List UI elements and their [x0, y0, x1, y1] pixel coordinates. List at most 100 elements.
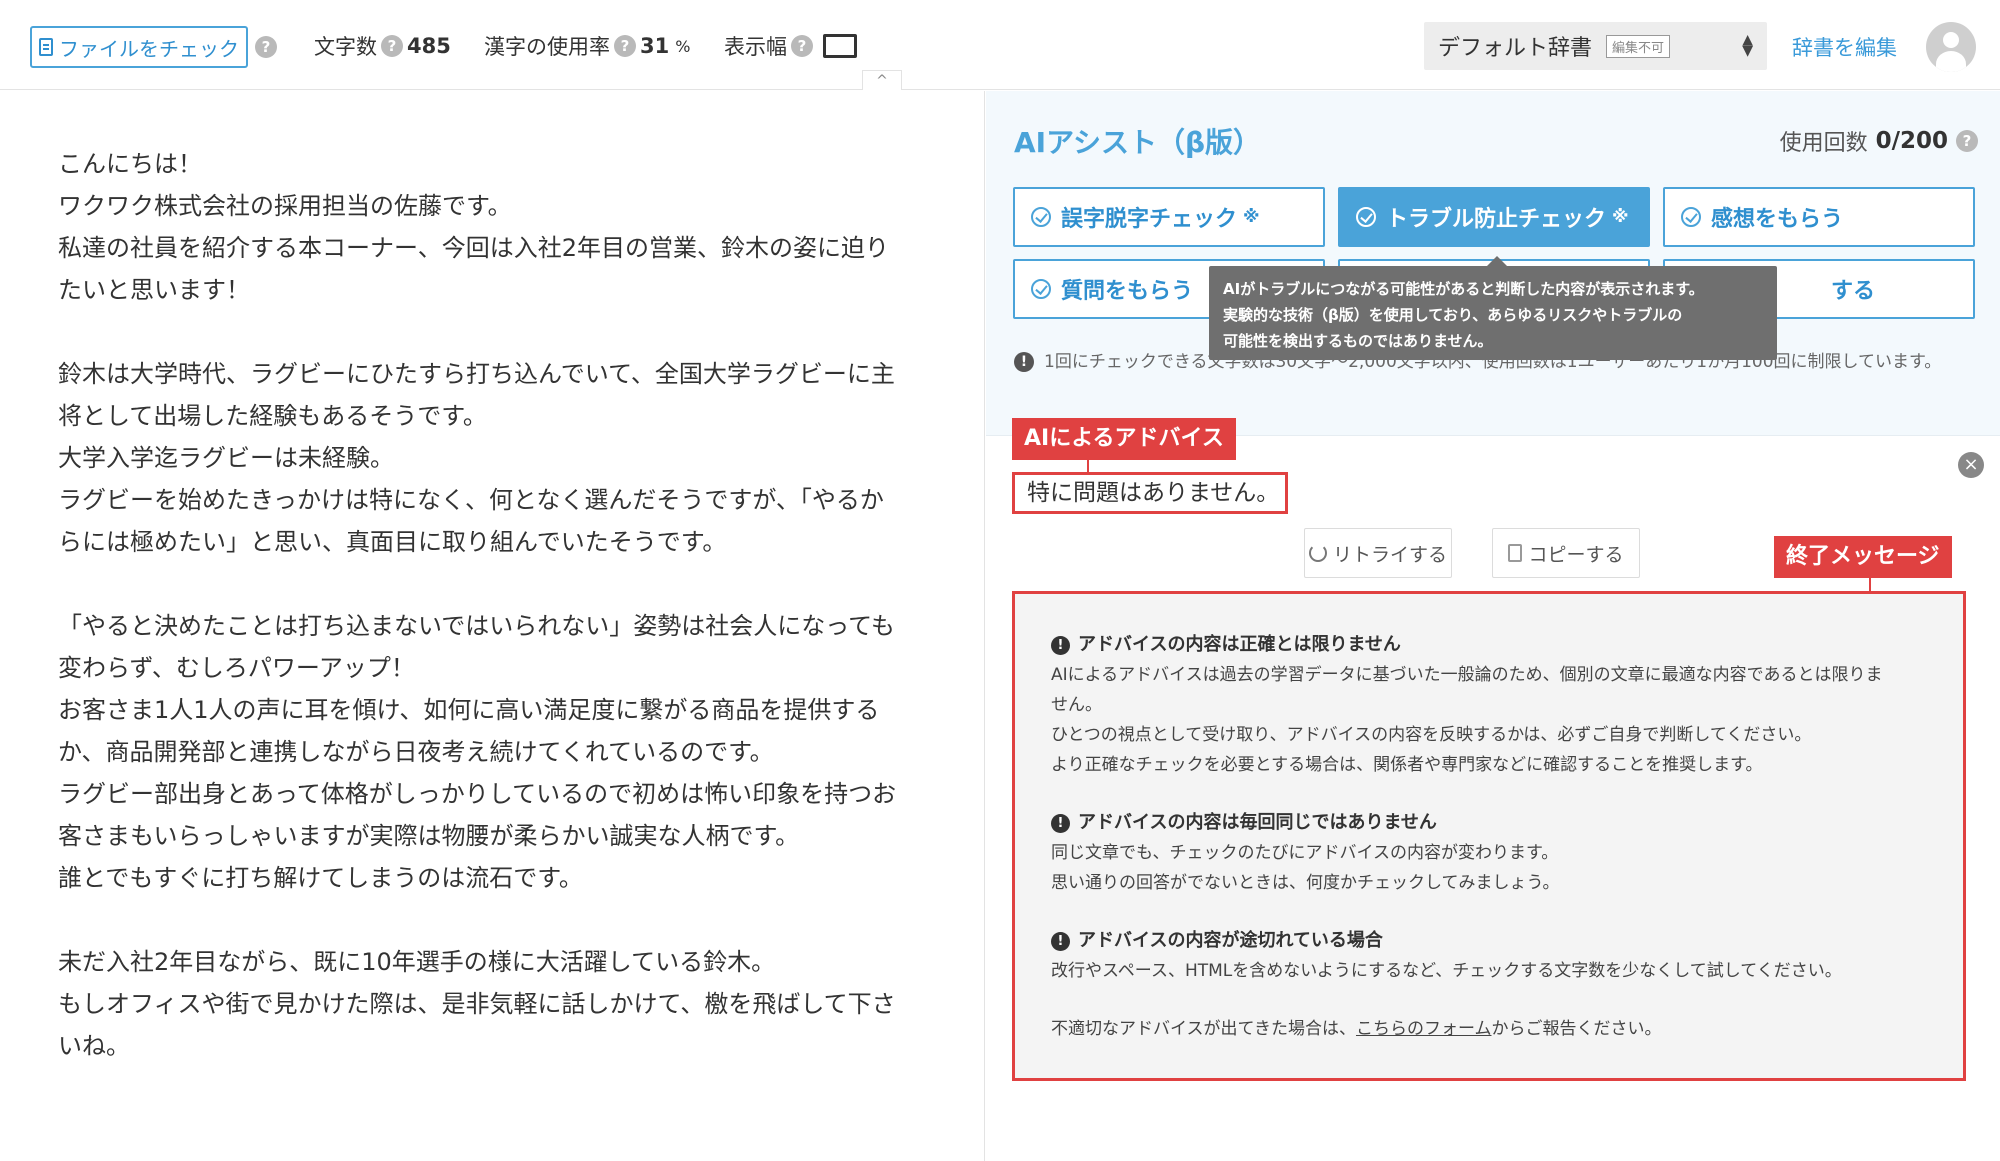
editor-line: ラグビーを始めたきっかけは特になく、何となく選んだそうですが、「やるか [58, 486, 884, 514]
copy-button[interactable]: コピーする [1492, 528, 1640, 578]
editor-line: ラグビー部出身とあって体格がしっかりしているので初めは怖い印象を持つお [58, 780, 897, 808]
typo-check-button[interactable]: 誤字脱字チェック ※ [1013, 187, 1325, 247]
check-circle-icon [1031, 207, 1051, 227]
button-label: 質問をもらう [1061, 279, 1194, 304]
disclaimer-text: 同じ文章でも、チェックのたびにアドバイスの内容が変わります。 [1051, 843, 1559, 863]
usage-value: 0/200 [1875, 128, 1948, 154]
tooltip-line: AIがトラブルにつながる可能性があると判断した内容が表示されます。 [1223, 280, 1704, 298]
copy-label: コピーする [1528, 543, 1624, 566]
tooltip-line: 実験的な技術（β版）を使用しており、あらゆるリスクやトラブルの [1223, 306, 1683, 324]
edit-dictionary-link[interactable]: 辞書を編集 [1792, 32, 1897, 62]
end-message-box: ! アドバイスの内容は正確とは限りません AIによるアドバイスは過去の学習データ… [1012, 591, 1966, 1081]
button-label: する [1831, 279, 1876, 304]
editor-text: こんにちは！ ワクワク株式会社の採用担当の佐藤です。 私達の社員を紹介する本コー… [58, 143, 938, 1067]
editor-line: らには極めたい」と思い、真面目に取り組んでいたそうです。 [58, 528, 727, 556]
disclaimer-text: 思い通りの回答がでないときは、何度かチェックしてみましょう。 [1051, 873, 1560, 893]
end-message-callout-label: 終了メッセージ [1774, 536, 1952, 578]
file-check-label: ファイルをチェック [59, 36, 239, 61]
exclamation-icon: ! [1051, 813, 1070, 833]
footer-suffix: からご報告ください。 [1491, 1019, 1662, 1039]
ai-assist-title: AIアシスト（β版） [1014, 126, 1262, 159]
help-icon[interactable]: ? [614, 35, 636, 57]
advice-result: 特に問題はありません。 [1012, 472, 1288, 514]
heading-text: アドバイスの内容は毎回同じではありません [1078, 812, 1437, 833]
editor-line: 変わらず、むしろパワーアップ！ [58, 654, 415, 682]
char-count: 文字数 ? 485 [314, 30, 451, 62]
disclaimer-heading: ! アドバイスの内容は毎回同じではありません [1051, 808, 1929, 838]
display-width: 表示幅 ? [724, 30, 857, 62]
editor-line: こんにちは！ [58, 150, 202, 178]
editor-line: 大学入学迄ラグビーは未経験。 [58, 444, 394, 472]
heading-text: アドバイスの内容は正確とは限りません [1078, 634, 1401, 655]
editor-line: 客さまもいらっしゃいますが実際は物腰が柔らかい誠実な人柄です。 [58, 822, 800, 850]
kanji-rate-label: 漢字の使用率 [484, 35, 610, 59]
display-width-toggle[interactable] [823, 34, 857, 58]
help-icon[interactable]: ? [791, 35, 813, 57]
help-icon[interactable]: ? [1956, 130, 1978, 152]
file-check-button[interactable]: ファイルをチェック [30, 26, 248, 68]
avatar-shoulders [1936, 51, 1966, 72]
display-width-label: 表示幅 [724, 35, 787, 59]
get-impressions-button[interactable]: 感想をもらう [1663, 187, 1975, 247]
disclaimer-section: ! アドバイスの内容は正確とは限りません AIによるアドバイスは過去の学習データ… [1051, 630, 1929, 780]
callout-connector [1869, 578, 1871, 592]
usage-label: 使用回数 [1779, 131, 1868, 156]
button-label: 誤字脱字チェック [1061, 207, 1238, 232]
close-icon[interactable]: × [1958, 452, 1984, 478]
trouble-check-button[interactable]: トラブル防止チェック ※ [1338, 187, 1650, 247]
disclaimer-heading: ! アドバイスの内容が途切れている場合 [1051, 926, 1929, 956]
editor-line: もしオフィスや街で見かけた際は、是非気軽に話しかけて、檄を飛ばして下さ [58, 990, 896, 1018]
exclamation-icon: ! [1014, 352, 1034, 372]
report-form-link[interactable]: こちらのフォーム [1356, 1019, 1492, 1039]
kanji-rate: 漢字の使用率 ? 31 % [484, 30, 690, 62]
kanji-rate-value: 31 [640, 34, 670, 58]
editor-line: いね。 [58, 1032, 130, 1060]
editor-line: 鈴木は大学時代、ラグビーにひたすら打ち込んでいて、全国大学ラグビーに主 [58, 360, 895, 388]
exclamation-icon: ! [1051, 635, 1070, 655]
check-circle-icon [1356, 207, 1376, 227]
collapse-toolbar-button[interactable]: ^ [862, 70, 902, 90]
help-icon[interactable]: ? [255, 36, 277, 58]
user-avatar-icon[interactable] [1926, 22, 1976, 72]
avatar-head [1943, 32, 1959, 48]
editor-line: たいと思います！ [58, 276, 250, 304]
editor-line: お客さま1人1人の声に耳を傾け、如何に高い満足度に繋がる商品を提供する [58, 696, 880, 724]
dictionary-select[interactable]: デフォルト辞書 編集不可 ▲ ▼ [1424, 22, 1767, 70]
char-count-value: 485 [407, 34, 451, 58]
report-footer: 不適切なアドバイスが出てきた場合は、こちらのフォームからご報告ください。 [1051, 1014, 1929, 1044]
disclaimer-text: せん。 [1051, 695, 1102, 715]
advice-callout-label: AIによるアドバイス [1012, 418, 1236, 460]
disclaimer-text: AIによるアドバイスは過去の学習データに基づいた一般論のため、個別の文章に最適な… [1051, 665, 1883, 685]
retry-label: リトライする [1332, 543, 1447, 566]
editor-line: 未だ入社2年目ながら、既に10年選手の様に大活躍している鈴木。 [58, 948, 776, 976]
footer-prefix: 不適切なアドバイスが出てきた場合は、 [1051, 1019, 1356, 1039]
dictionary-name: デフォルト辞書 [1438, 36, 1593, 61]
editor-line: ワクワク株式会社の採用担当の佐藤です。 [58, 192, 512, 220]
exclamation-icon: ! [1051, 931, 1070, 951]
text-editor[interactable]: こんにちは！ ワクワク株式会社の採用担当の佐藤です。 私達の社員を紹介する本コー… [0, 91, 985, 1161]
kanji-rate-unit: % [675, 36, 691, 56]
refresh-icon [1308, 544, 1327, 562]
note-mark: ※ [1612, 207, 1629, 227]
disclaimer-section: ! アドバイスの内容が途切れている場合 改行やスペース、HTMLを含めないように… [1051, 926, 1929, 986]
disclaimer-heading: ! アドバイスの内容は正確とは限りません [1051, 630, 1929, 660]
editor-line: 誰とでもすぐに打ち解けてしまうのは流石です。 [58, 864, 583, 892]
help-icon[interactable]: ? [381, 35, 403, 57]
heading-text: アドバイスの内容が途切れている場合 [1078, 930, 1383, 951]
ai-usage-count: 使用回数 0/200 ? [1780, 125, 1978, 157]
disclaimer-text: より正確なチェックを必要とする場合は、関係者や専門家などに確認することを推奨しま… [1051, 755, 1763, 775]
check-circle-icon [1681, 207, 1701, 227]
trouble-check-tooltip: AIがトラブルにつながる可能性があると判断した内容が表示されます。 実験的な技術… [1209, 256, 1777, 360]
retry-button[interactable]: リトライする [1304, 528, 1452, 578]
clipboard-icon [1508, 544, 1523, 562]
editor-line: 私達の社員を紹介する本コーナー、今回は入社2年目の営業、鈴木の姿に迫り [58, 234, 890, 262]
tooltip-line: 可能性を検出するものではありません。 [1223, 332, 1493, 350]
note-mark: ※ [1243, 207, 1260, 227]
check-circle-icon [1031, 279, 1051, 299]
button-label: 感想をもらう [1711, 207, 1844, 232]
disclaimer-section: ! アドバイスの内容は毎回同じではありません 同じ文章でも、チェックのたびにアド… [1051, 808, 1929, 898]
disclaimer-text: 改行やスペース、HTMLを含めないようにするなど、チェックする文字数を少なくして… [1051, 961, 1842, 981]
